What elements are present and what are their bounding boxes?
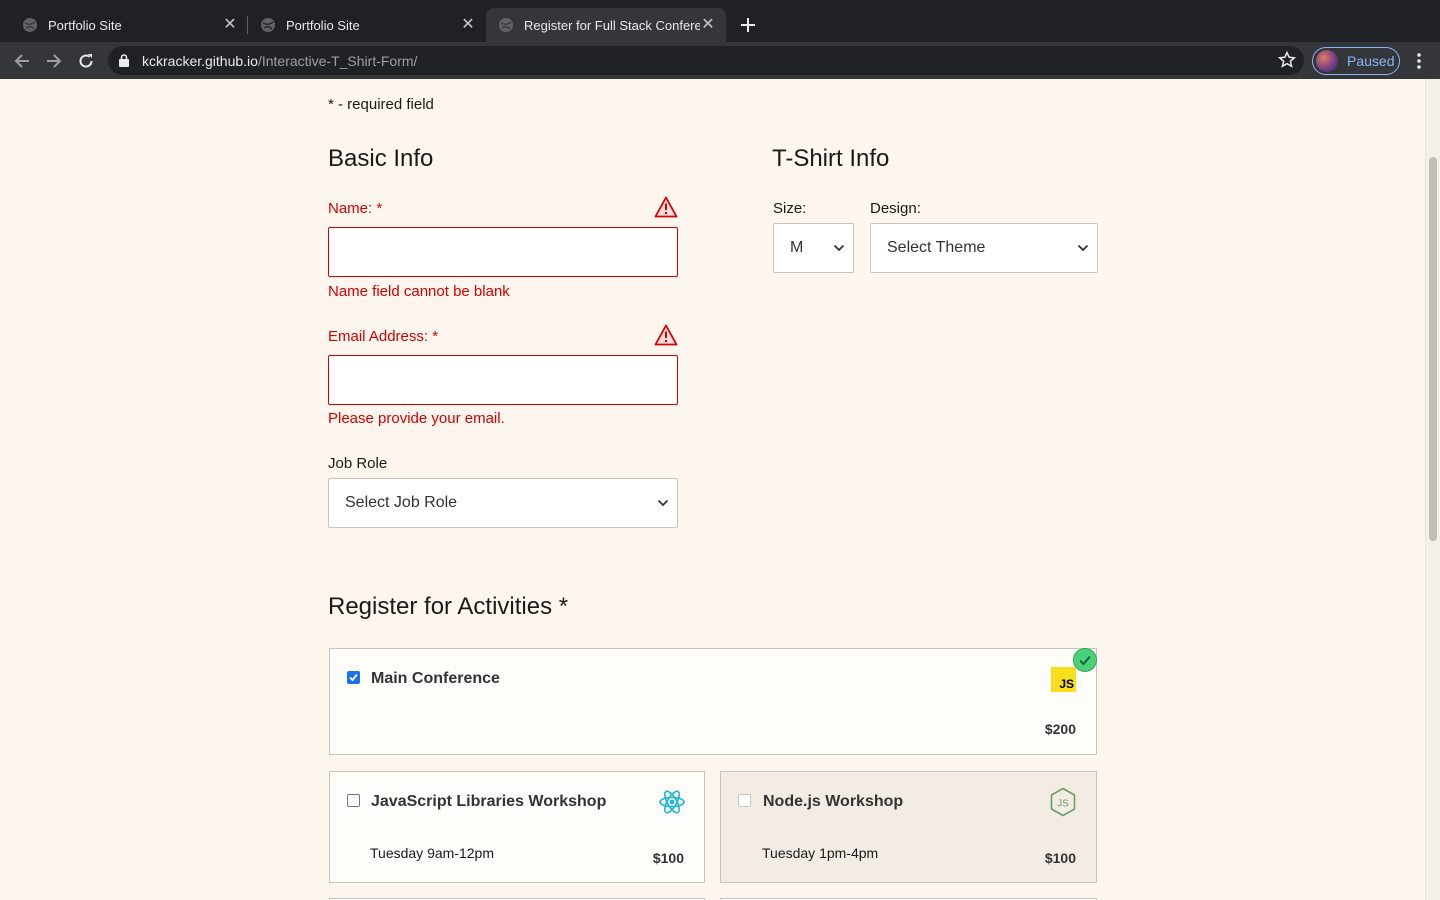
arrow-right-icon [47,54,62,68]
chevron-down-icon [833,244,845,252]
required-asterisk: * [328,96,334,113]
design-label: Design: [870,200,921,217]
activities-heading: Register for Activities * [328,593,568,621]
bookmark-star-icon[interactable] [1278,51,1296,69]
activities-heading-text: Register for Activities [328,593,553,620]
javascript-icon: JS [1051,667,1076,692]
activity-name: Node.js Workshop [763,793,904,810]
checkmark-icon [349,673,358,682]
tab-title: Portfolio Site [48,17,122,33]
size-label: Size: [773,200,807,217]
job-role-selected: Select Job Role [345,494,458,511]
design-select[interactable]: Select Theme [870,223,1098,273]
react-icon [659,790,685,814]
browser-menu-button[interactable] [1409,49,1429,73]
activity-price: $100 [652,850,684,866]
globe-icon [261,18,275,32]
email-label: Email Address: * [328,328,438,345]
browser-tab-portfolio-2[interactable]: Portfolio Site ✕ [248,8,486,42]
forward-button[interactable] [42,49,66,73]
activity-nodejs-workshop[interactable]: Node.js Workshop JS Tuesday 1pm-4pm $100 [720,771,1097,883]
url-host: kckracker.github.io [142,53,258,69]
size-select[interactable]: M [773,223,854,273]
activity-time: Tuesday 1pm-4pm [762,845,879,861]
name-input[interactable] [328,227,678,277]
more-vert-icon [1417,53,1421,69]
activity-time: Tuesday 9am-12pm [370,845,494,861]
name-error-message: Name field cannot be blank [328,283,510,300]
tshirt-info-heading: T-Shirt Info [772,145,890,172]
required-asterisk: * [558,593,569,620]
activity-js-libraries-workshop[interactable]: JavaScript Libraries Workshop Tuesday 9a… [329,771,705,883]
activity-checkbox[interactable] [347,794,360,807]
job-role-label: Job Role [328,455,388,472]
back-button[interactable] [10,49,34,73]
success-check-icon [1073,648,1097,672]
page-scrollbar[interactable] [1425,79,1440,900]
required-field-note: * - required field [328,96,434,113]
url-text: kckracker.github.io/Interactive-T_Shirt-… [142,53,417,69]
job-role-select[interactable]: Select Job Role [328,478,678,528]
browser-tab-portfolio-1[interactable]: Portfolio Site ✕ [8,8,248,42]
svg-text:JS: JS [1057,799,1069,810]
warning-icon [654,196,678,218]
new-tab-button[interactable] [736,13,760,37]
lock-icon [119,54,129,67]
arrow-left-icon [14,54,29,68]
page-viewport: * - required field Basic Info Name: * Na… [0,79,1440,900]
globe-icon [499,18,513,32]
close-icon[interactable]: ✕ [700,17,716,33]
profile-button[interactable]: Paused [1312,47,1400,75]
plus-icon [741,18,755,32]
address-bar[interactable]: kckracker.github.io/Interactive-T_Shirt-… [108,46,1304,75]
browser-tab-strip: Portfolio Site ✕ Portfolio Site ✕ Regist… [0,0,1440,42]
avatar [1316,50,1338,72]
required-note-text: - required field [338,96,434,113]
name-label: Name: * [328,200,382,217]
basic-info-heading: Basic Info [328,145,434,172]
email-label-text: Email Address: [328,328,429,345]
tab-title: Register for Full Stack Conference [524,17,700,33]
chevron-down-icon [657,499,669,507]
email-error-message: Please provide your email. [328,410,505,427]
close-icon[interactable]: ✕ [460,17,476,33]
nodejs-icon: JS [1050,787,1076,817]
warning-icon [654,324,678,346]
reload-icon [79,54,93,68]
activity-price: $200 [1044,721,1076,737]
required-asterisk: * [432,328,439,345]
size-selected: M [790,239,804,256]
activity-name: JavaScript Libraries Workshop [371,793,607,810]
reload-button[interactable] [74,49,98,73]
globe-icon [23,18,37,32]
profile-status: Paused [1347,53,1395,69]
tab-title: Portfolio Site [286,17,360,33]
chevron-down-icon [1077,244,1089,252]
browser-toolbar: kckracker.github.io/Interactive-T_Shirt-… [0,42,1440,79]
browser-tab-register[interactable]: Register for Full Stack Conference ✕ [486,8,726,42]
scrollbar-thumb[interactable] [1429,157,1437,541]
url-path: /Interactive-T_Shirt-Form/ [257,53,418,69]
activity-main-conference[interactable]: Main Conference JS $200 [329,648,1097,755]
design-selected: Select Theme [887,239,986,256]
email-input[interactable] [328,355,678,405]
required-asterisk: * [376,200,383,217]
activity-price: $100 [1044,850,1076,866]
activity-name: Main Conference [371,670,500,687]
name-label-text: Name: [328,200,373,217]
activity-checkbox[interactable] [347,671,360,684]
activity-checkbox[interactable] [738,794,751,807]
close-icon[interactable]: ✕ [222,17,238,33]
